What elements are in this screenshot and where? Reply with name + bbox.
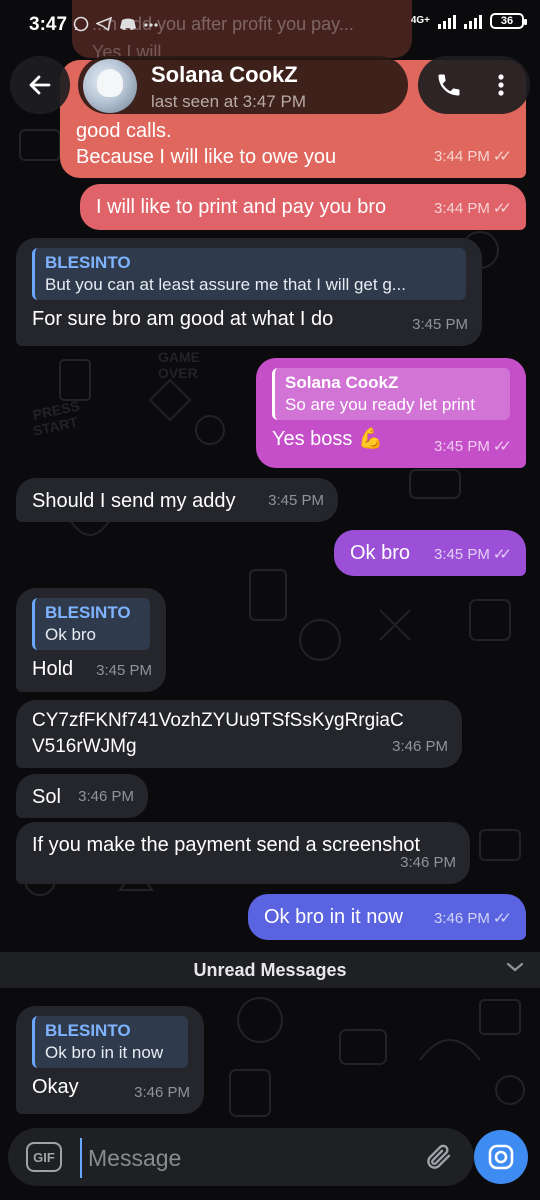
message-bubble[interactable]: If you make the payment send a screensho…	[16, 822, 470, 884]
more-dots-icon	[144, 16, 158, 35]
status-time: 3:47	[29, 14, 68, 35]
discord-icon	[119, 16, 137, 35]
signal-icon	[464, 13, 482, 29]
message-bubble[interactable]: BLESINTO But you can at least assure me …	[16, 238, 482, 346]
time-label: 3:44 PM	[433, 148, 490, 165]
time-label: 3:44 PM	[433, 200, 490, 217]
message-time: 3:45 PM	[268, 488, 324, 514]
camera-button[interactable]	[474, 1130, 528, 1184]
message-time: 3:44 PM ✓✓	[434, 144, 512, 170]
network-type: 4G+	[410, 15, 430, 26]
message-bubble[interactable]: Ok bro 3:45 PM ✓✓	[334, 530, 526, 576]
chat-header: Solana CookZ last seen at 3:47 PM	[0, 52, 540, 122]
message-bubble[interactable]: Sol 3:46 PM	[16, 774, 148, 818]
time-label: 3:46 PM	[134, 1084, 190, 1101]
message-input[interactable]	[80, 1138, 420, 1178]
last-seen-status: last seen at 3:47 PM	[151, 92, 306, 111]
time-label: 3:46 PM	[433, 910, 490, 927]
reply-preview[interactable]: Solana CookZ So are you ready let print	[272, 368, 510, 420]
chat-title[interactable]: Solana CookZ last seen at 3:47 PM	[78, 56, 408, 114]
unread-label: Unread Messages	[193, 959, 347, 980]
contact-name: Solana CookZ	[151, 62, 298, 87]
paperclip-icon	[427, 1144, 451, 1169]
time-label: 3:45 PM	[412, 316, 468, 333]
notification-icons	[73, 16, 158, 35]
reply-text: So are you ready let print	[285, 395, 475, 414]
vertical-dots-icon	[498, 74, 504, 96]
battery-level: 36	[500, 15, 514, 27]
arrow-left-icon	[29, 75, 51, 95]
read-ticks-icon: ✓✓	[492, 200, 512, 217]
time-label: 3:45 PM	[268, 492, 324, 509]
reply-text: But you can at least assure me that I wi…	[45, 275, 406, 294]
message-bubble[interactable]: Solana CookZ So are you ready let print …	[256, 358, 526, 468]
unread-messages-divider: Unread Messages	[0, 952, 540, 988]
header-actions	[418, 56, 530, 114]
message-bubble[interactable]: Ok bro in it now 3:46 PM ✓✓	[248, 894, 526, 940]
whatsapp-icon	[73, 16, 89, 35]
menu-button[interactable]	[484, 68, 518, 102]
message-bubble[interactable]: CY7zfFKNf741VozhZYUu9TSfSsKygRrgiaC V516…	[16, 700, 462, 768]
phone-icon	[438, 74, 460, 96]
reply-preview[interactable]: BLESINTO Ok bro	[32, 598, 150, 650]
system-icons: 4G+ 36	[410, 13, 527, 29]
reply-author: BLESINTO	[45, 1021, 131, 1040]
time-label: 3:46 PM	[392, 738, 448, 755]
time-label: 3:45 PM	[433, 546, 490, 563]
call-button[interactable]	[432, 68, 466, 102]
reply-text: Ok bro	[45, 625, 97, 644]
gif-button[interactable]: GIF	[26, 1142, 62, 1172]
back-button[interactable]	[10, 56, 70, 114]
signal-icon	[438, 13, 456, 29]
message-composer: GIF	[8, 1128, 474, 1186]
reply-text: Ok bro in it now	[45, 1043, 164, 1062]
time-label: 3:46 PM	[400, 854, 456, 871]
read-ticks-icon: ✓✓	[492, 438, 512, 455]
message-time: 3:46 PM	[78, 784, 134, 810]
attach-button[interactable]	[422, 1140, 456, 1174]
time-label: 3:45 PM	[433, 438, 490, 455]
message-time: 3:45 PM	[96, 658, 152, 684]
status-bar: 3:47 4G+ 36	[0, 0, 540, 52]
message-bubble[interactable]: BLESINTO Ok bro Hold 3:45 PM	[16, 588, 166, 692]
avatar[interactable]	[83, 59, 137, 113]
reply-author: BLESINTO	[45, 253, 131, 272]
telegram-icon	[95, 16, 113, 35]
message-time: 3:45 PM ✓✓	[434, 542, 512, 568]
reply-preview[interactable]: BLESINTO Ok bro in it now	[32, 1016, 188, 1068]
message-time: 3:45 PM ✓✓	[434, 434, 512, 460]
read-ticks-icon: ✓✓	[492, 148, 512, 165]
message-bubble[interactable]: I will like to print and pay you bro 3:4…	[80, 184, 526, 230]
message-text: For sure bro am good at what I do	[32, 308, 334, 330]
message-text: CY7zfFKNf741VozhZYUu9TSfSsKygRrgiaC V516…	[32, 710, 404, 757]
message-text: If you make the payment send a screensho…	[32, 834, 420, 856]
reply-author: Solana CookZ	[285, 373, 399, 392]
reply-preview[interactable]: BLESINTO But you can at least assure me …	[32, 248, 466, 300]
message-time: 3:46 PM ✓✓	[434, 906, 512, 932]
message-time: 3:46 PM	[134, 1080, 190, 1106]
message-bubble[interactable]: BLESINTO Ok bro in it now Okay 3:46 PM	[16, 1006, 204, 1114]
camera-icon	[488, 1144, 514, 1170]
message-time: 3:45 PM	[412, 312, 468, 338]
read-ticks-icon: ✓✓	[492, 910, 512, 927]
battery-icon: 36	[490, 13, 527, 29]
message-time: 3:46 PM	[400, 850, 456, 876]
message-bubble[interactable]: Should I send my addy 3:45 PM	[16, 478, 338, 522]
chevron-down-icon[interactable]	[506, 960, 524, 978]
message-time: 3:46 PM	[392, 734, 448, 760]
time-label: 3:46 PM	[78, 788, 134, 805]
time-label: 3:45 PM	[96, 662, 152, 679]
message-time: 3:44 PM ✓✓	[434, 196, 512, 222]
read-ticks-icon: ✓✓	[492, 546, 512, 563]
reply-author: BLESINTO	[45, 603, 131, 622]
